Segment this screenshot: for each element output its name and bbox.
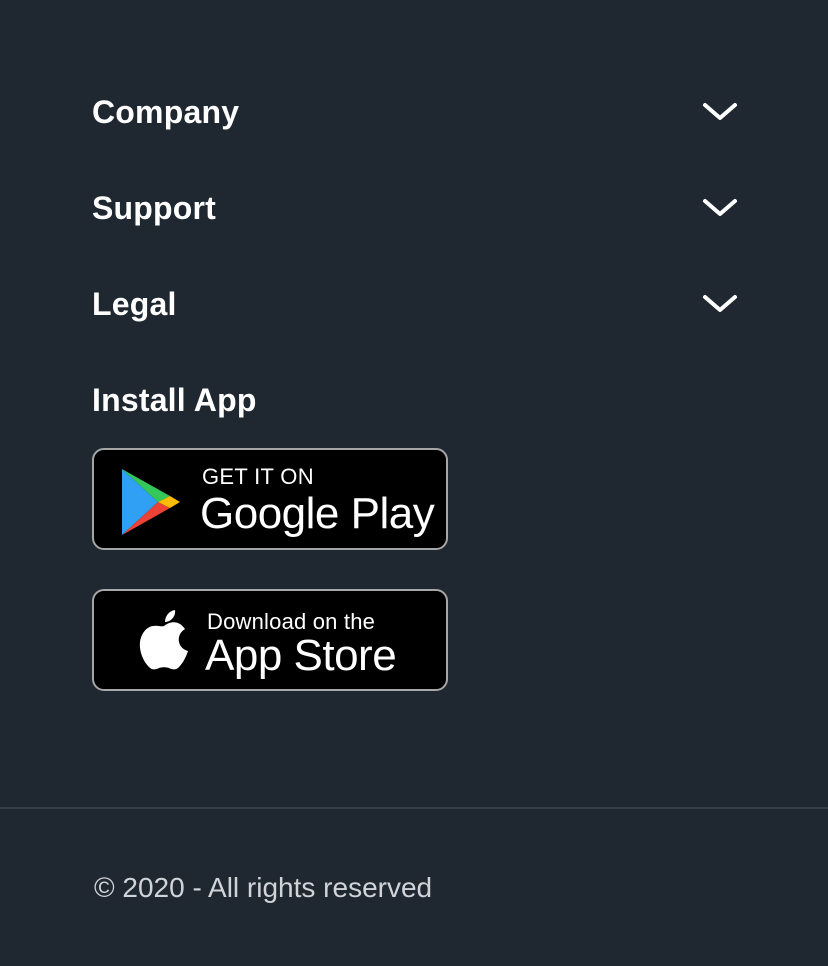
site-footer: Company Support Legal Install App GET IT…	[0, 0, 828, 966]
apple-icon	[139, 610, 188, 670]
app-store-small-text: Download on the	[207, 609, 376, 634]
chevron-down-icon	[703, 199, 737, 216]
accordion-company-label: Company	[92, 94, 240, 130]
accordion-legal-label: Legal	[92, 286, 177, 322]
copyright-text: © 2020 - All rights reserved	[94, 872, 433, 903]
google-play-small-text: GET IT ON	[202, 464, 314, 489]
chevron-down-icon	[703, 103, 737, 120]
footer-divider	[0, 807, 828, 809]
app-store-big-text: App Store	[205, 631, 397, 680]
google-play-icon	[122, 469, 180, 535]
accordion-legal[interactable]: Legal	[92, 280, 738, 328]
google-play-big-text: Google Play	[200, 489, 435, 538]
accordion-support-label: Support	[92, 190, 217, 226]
accordion-company[interactable]: Company	[92, 88, 738, 136]
chevron-down-icon	[703, 295, 737, 312]
google-play-badge[interactable]: GET IT ON Google Play	[92, 448, 448, 550]
install-app-heading: Install App	[92, 382, 257, 418]
app-store-badge[interactable]: Download on the App Store	[92, 589, 448, 691]
accordion-support[interactable]: Support	[92, 184, 738, 232]
